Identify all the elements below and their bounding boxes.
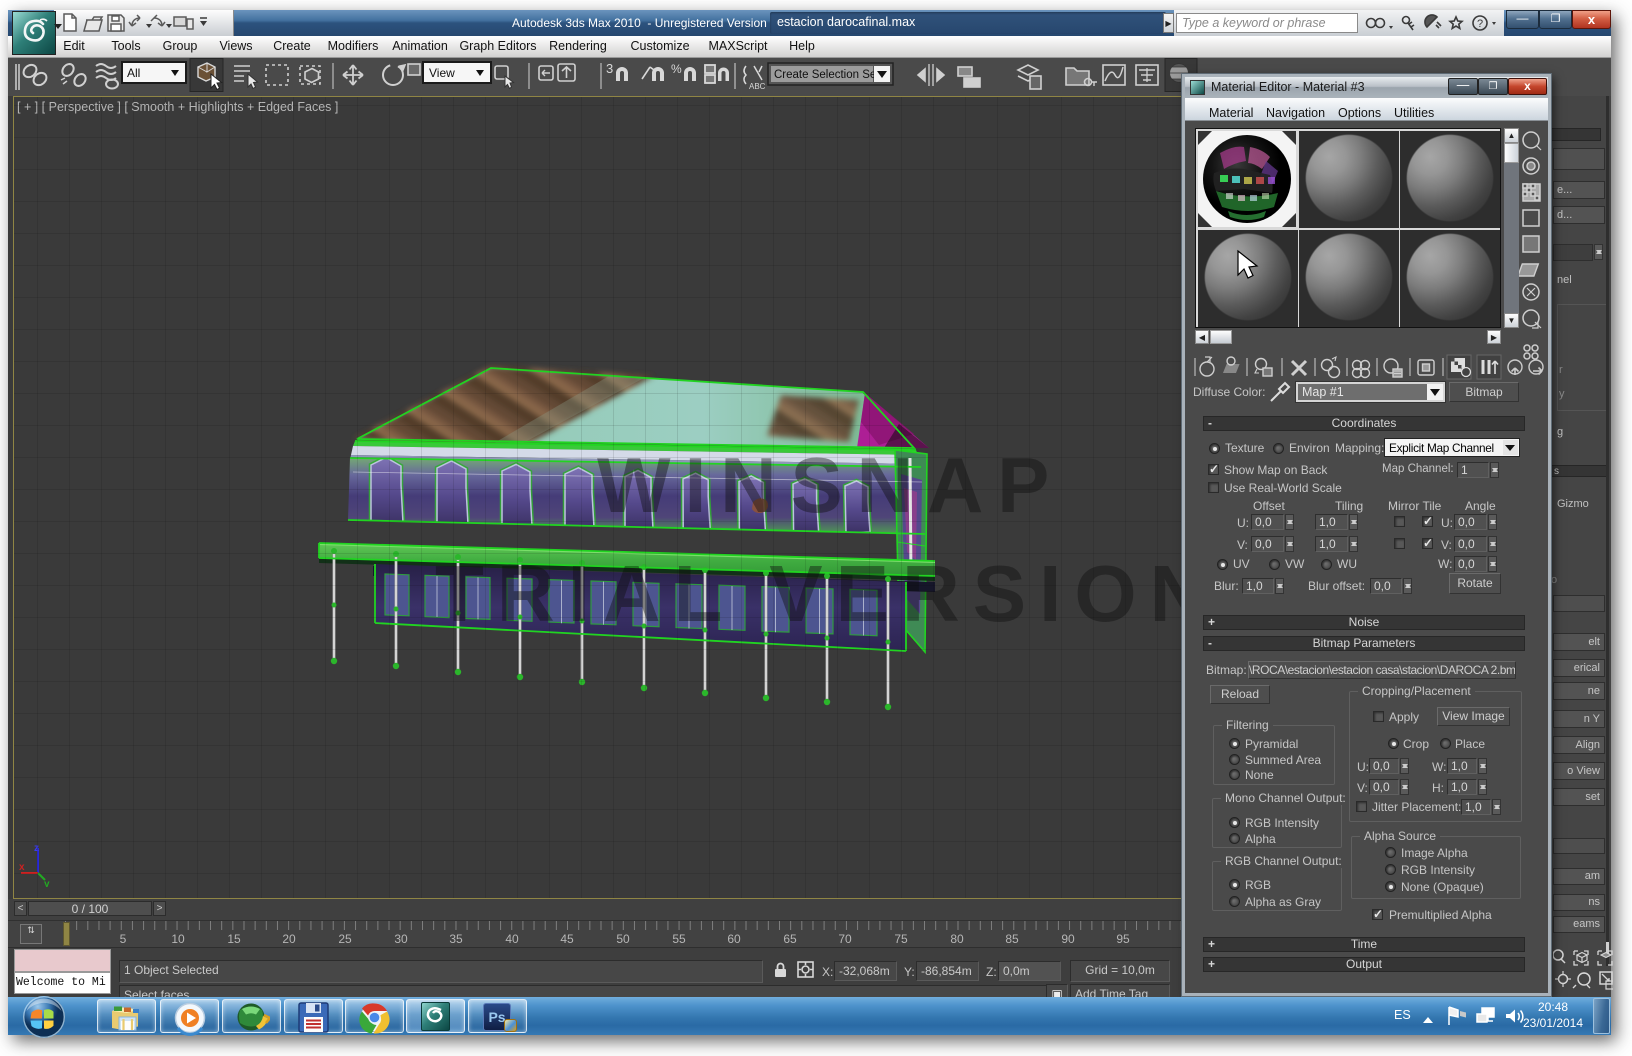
svg-text:ABC: ABC <box>749 82 766 91</box>
svg-text:All: All <box>127 66 140 80</box>
svg-text:%: % <box>671 62 682 76</box>
svg-text:x: x <box>19 862 25 873</box>
svg-text:3: 3 <box>606 61 613 76</box>
svg-text:z: z <box>34 843 39 854</box>
svg-text:Create Selection Se: Create Selection Se <box>774 69 876 81</box>
svg-text:y: y <box>44 879 50 887</box>
svg-text:View: View <box>429 66 455 80</box>
svg-text:?: ? <box>1477 18 1483 30</box>
